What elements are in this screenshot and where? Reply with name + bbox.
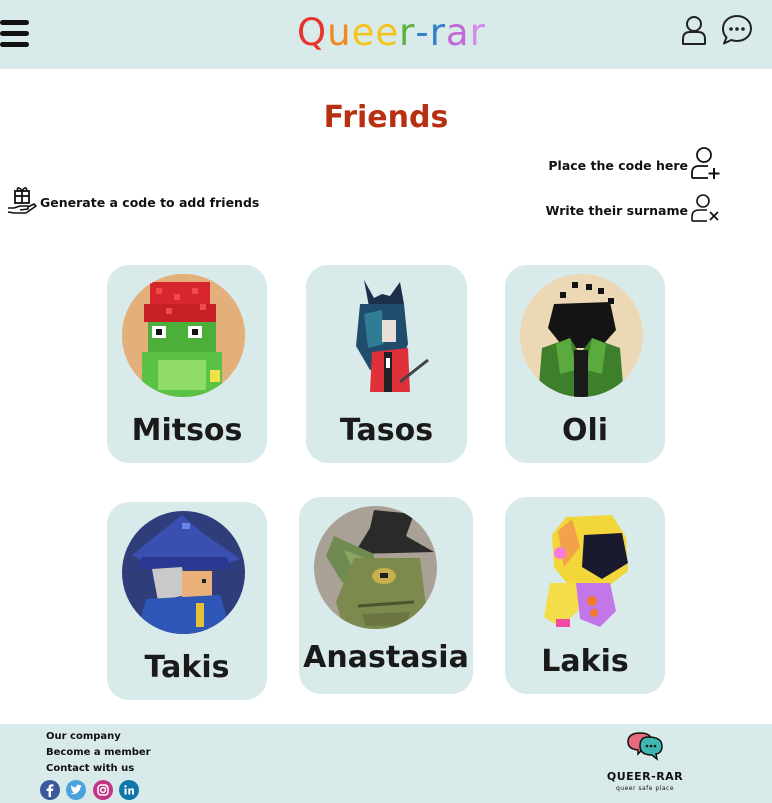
footer-brand-tagline: queer safe place: [615, 785, 675, 792]
surname-label: Write their surname: [545, 202, 688, 218]
place-code-button[interactable]: Place the code here: [548, 146, 722, 184]
facebook-icon[interactable]: [40, 780, 60, 800]
avatar: [520, 507, 643, 630]
brand-logo-icon: [622, 731, 666, 767]
logo-letter: r: [429, 11, 446, 54]
logo-letter: Q: [297, 11, 328, 54]
footer-link-our-company[interactable]: Our company: [46, 731, 121, 742]
avatar: [122, 511, 245, 634]
logo-letter: u: [327, 11, 352, 54]
friend-name: Tasos: [339, 413, 434, 448]
gift-hand-icon: [6, 184, 38, 220]
logo-letter: -: [415, 11, 430, 54]
friend-name: Oli: [561, 413, 609, 448]
friend-card-lakis[interactable]: Lakis: [505, 497, 665, 694]
footer-link-become-member[interactable]: Become a member: [46, 747, 151, 758]
twitter-icon[interactable]: [66, 780, 86, 800]
friend-card-oli[interactable]: Oli: [505, 265, 665, 463]
friend-name: Takis: [144, 650, 230, 685]
remove-user-icon: [690, 193, 722, 227]
footer-link-contact[interactable]: Contact with us: [46, 763, 134, 774]
avatar: [520, 274, 643, 397]
chat-bubble-icon[interactable]: [720, 13, 754, 47]
friend-card-anastasia[interactable]: Anastasia: [299, 497, 473, 694]
avatar: [324, 274, 447, 397]
footer-brand-name: QUEER-RAR: [606, 770, 684, 783]
logo-letter: e: [375, 11, 400, 54]
generate-code-label: Generate a code to add friends: [40, 194, 260, 210]
logo-letter: e: [351, 11, 376, 54]
friend-card-mitsos[interactable]: Mitsos: [107, 265, 267, 463]
logo-letter: a: [445, 11, 470, 54]
generate-code-button[interactable]: Generate a code to add friends: [6, 186, 259, 218]
add-user-icon: [690, 146, 722, 184]
friend-name: Mitsos: [131, 413, 243, 448]
instagram-icon[interactable]: [93, 780, 113, 800]
header-bar: Queer-rar: [0, 0, 772, 69]
hamburger-menu-icon[interactable]: [0, 18, 30, 50]
friend-name: Anastasia: [303, 640, 469, 675]
avatar: [314, 506, 437, 629]
app-logo[interactable]: Queer-rar: [297, 10, 486, 56]
logo-letter: r: [469, 11, 486, 54]
place-code-label: Place the code here: [548, 157, 688, 173]
linkedin-icon[interactable]: [119, 780, 139, 800]
page-title: Friends: [323, 100, 449, 135]
friend-card-takis[interactable]: Takis: [107, 502, 267, 700]
friend-name: Lakis: [541, 644, 629, 679]
user-icon[interactable]: [680, 15, 708, 45]
avatar: [122, 274, 245, 397]
write-surname-button[interactable]: Write their surname: [545, 193, 722, 227]
logo-letter: r: [399, 11, 416, 54]
friend-card-tasos[interactable]: Tasos: [306, 265, 467, 463]
